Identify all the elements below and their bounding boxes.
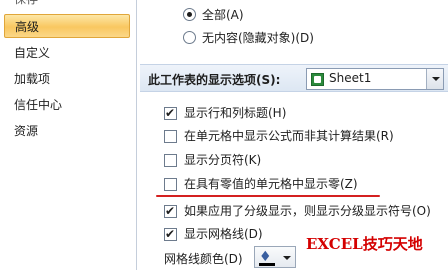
chevron-down-icon[interactable] [283,256,291,260]
section-title: 此工作表的显示选项(S): [148,73,281,87]
show-row-col-headers-checkbox[interactable] [164,104,177,122]
gridline-color-picker[interactable]: ♦ [254,246,296,268]
objects-all-label: 全部(A) [202,8,244,22]
show-page-breaks-label: 显示分页符(K) [184,153,262,167]
sheet-options-section: 此工作表的显示选项(S): Sheet1 [140,64,448,92]
show-formulas-label: 在单元格中显示公式而非其计算结果(R) [184,129,394,143]
advanced-options-panel: 全部(A) 无内容(隐藏对象)(D) 此工作表的显示选项(S): Sheet1 … [140,0,448,270]
show-gridlines-checkbox[interactable] [164,225,177,243]
highlight-underline [156,195,380,197]
objects-all-radio[interactable] [183,8,196,21]
show-zero-values-checkbox[interactable] [164,178,177,191]
gridline-color-label: 网格线颜色(D) [164,252,243,266]
sidebar-item-advanced[interactable]: 高级 [4,14,130,38]
objects-none-label: 无内容(隐藏对象)(D) [202,31,314,45]
sidebar-item-resources[interactable]: 资源 [4,120,128,142]
chevron-down-icon[interactable] [426,69,443,89]
sidebar-item-customize[interactable]: 自定义 [4,42,128,64]
show-outline-symbols-checkbox[interactable] [164,202,177,220]
objects-none-radio[interactable] [183,31,196,44]
worksheet-icon [311,73,324,86]
options-sidebar: 保存 高级 自定义 加载项 信任中心 资源 [0,0,137,270]
show-row-col-headers-label: 显示行和列标题(H) [184,106,287,120]
watermark: EXCEL技巧天地 [306,235,423,253]
show-formulas-checkbox[interactable] [164,130,177,143]
gridline-color-swatch [259,263,275,266]
sidebar-item-save[interactable]: 保存 [4,0,128,10]
sidebar-item-trust-center[interactable]: 信任中心 [4,94,128,116]
show-outline-symbols-label: 如果应用了分级显示，则显示分级显示符号(O) [184,204,431,218]
show-zero-values-label: 在具有零值的单元格中显示零(Z) [184,177,358,191]
sheet-select[interactable]: Sheet1 [306,68,444,90]
show-page-breaks-checkbox[interactable] [164,154,177,167]
sheet-select-value: Sheet1 [329,71,372,85]
sidebar-item-addins[interactable]: 加载项 [4,68,128,90]
show-gridlines-label: 显示网格线(D) [184,227,263,241]
